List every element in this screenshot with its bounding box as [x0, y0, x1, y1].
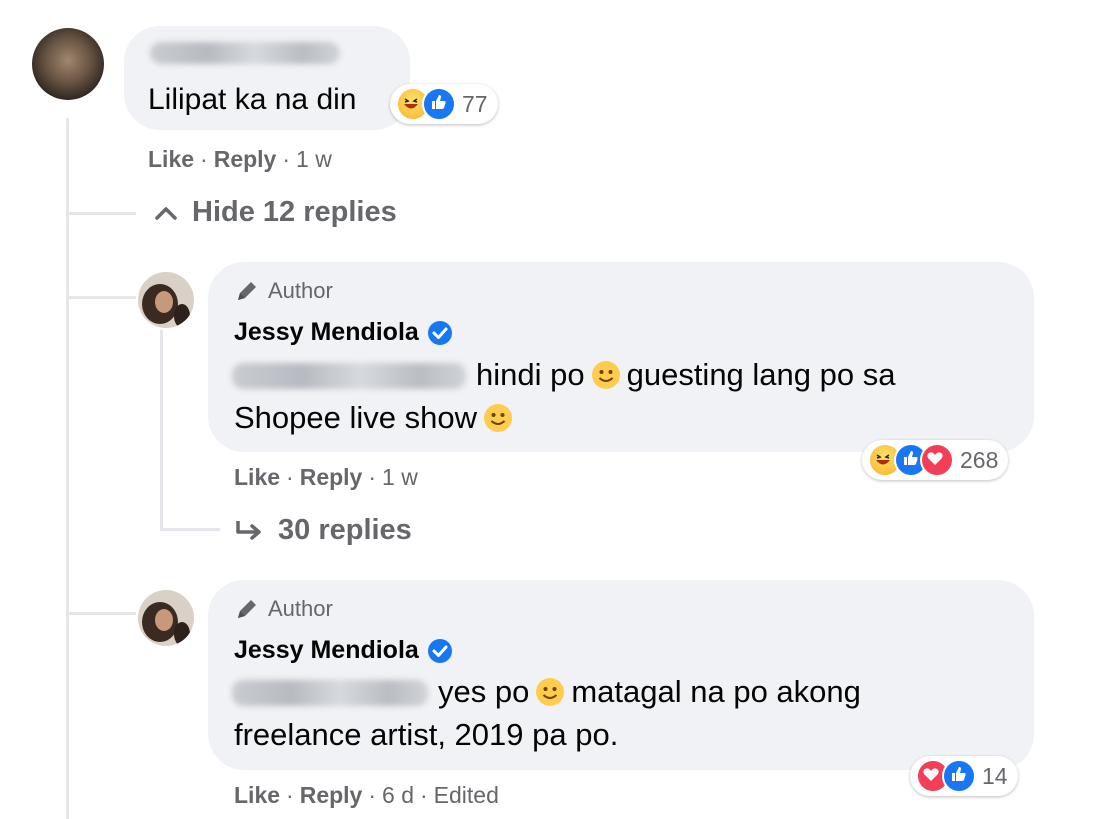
like-link[interactable]: Like — [234, 782, 280, 808]
blurred-commenter-name — [150, 42, 340, 64]
timestamp[interactable]: 1 w — [296, 146, 332, 172]
reaction-count: 14 — [982, 762, 1008, 789]
view-more-replies-button[interactable]: 30 replies — [234, 514, 412, 547]
thread-branch-reply2 — [66, 612, 136, 615]
thread-branch-more — [160, 528, 220, 531]
comment-meta: Like · Reply · 1 w — [148, 146, 332, 172]
commenter-name[interactable]: Jessy Mendiola — [234, 318, 453, 347]
reply-meta: Like · Reply · 6 d · Edited — [234, 782, 499, 808]
comment-text: Lilipat ka na din — [148, 83, 357, 116]
timestamp[interactable]: 1 w — [382, 464, 418, 490]
reaction-count: 77 — [462, 90, 488, 117]
hide-replies-button[interactable]: Hide 12 replies — [154, 196, 397, 229]
reply-text-line2: Shopee live show — [234, 396, 519, 440]
reply-meta: Like · Reply · 1 w — [234, 464, 418, 490]
like-link[interactable]: Like — [148, 146, 194, 172]
hide-replies-label: Hide 12 replies — [192, 196, 397, 228]
edited-label[interactable]: Edited — [434, 782, 499, 808]
smile-emoji-icon — [536, 678, 565, 706]
reaction-summary[interactable]: 268 — [862, 440, 1009, 480]
reaction-summary[interactable]: 77 — [390, 84, 498, 124]
commenter-name[interactable]: Jessy Mendiola — [234, 636, 453, 665]
timestamp[interactable]: 6 d — [382, 782, 414, 808]
author-avatar[interactable] — [138, 590, 194, 646]
name-text: Jessy Mendiola — [234, 318, 419, 346]
reply-text-line2: freelance artist, 2019 pa po. — [234, 717, 619, 752]
smile-emoji-icon — [484, 404, 512, 432]
reply-link[interactable]: Reply — [300, 782, 363, 808]
thread-line-reply1 — [160, 330, 163, 530]
verified-badge-icon — [427, 638, 452, 663]
reply-arrow-icon — [236, 520, 261, 540]
reaction-summary[interactable]: 14 — [910, 756, 1018, 796]
reply-text-line1: yes po matagal na po akong — [438, 674, 861, 709]
blurred-mention — [232, 363, 466, 389]
name-text: Jessy Mendiola — [234, 636, 419, 664]
author-label: Author — [268, 596, 333, 621]
pen-icon — [238, 600, 256, 618]
verified-badge-icon — [427, 320, 452, 345]
author-badge: Author — [234, 278, 333, 304]
reply-link[interactable]: Reply — [214, 146, 277, 172]
chevron-up-icon — [155, 206, 177, 220]
author-badge: Author — [234, 596, 333, 622]
smile-emoji-icon — [591, 361, 620, 389]
like-icon — [422, 87, 456, 121]
reaction-count: 268 — [960, 446, 999, 473]
love-icon — [920, 443, 954, 477]
avatar[interactable] — [32, 28, 104, 100]
thread-branch-hide — [66, 212, 136, 215]
author-avatar[interactable] — [138, 272, 194, 328]
author-label: Author — [268, 278, 333, 303]
like-icon — [942, 759, 976, 793]
thread-line-main — [66, 118, 69, 819]
pen-icon — [238, 282, 256, 300]
blurred-mention — [232, 680, 428, 706]
reply-link[interactable]: Reply — [300, 464, 363, 490]
more-replies-label: 30 replies — [278, 514, 412, 546]
like-link[interactable]: Like — [234, 464, 280, 490]
reply-text-line1: hindi po guesting lang po sa — [476, 357, 896, 392]
thread-branch-reply1 — [66, 296, 136, 299]
